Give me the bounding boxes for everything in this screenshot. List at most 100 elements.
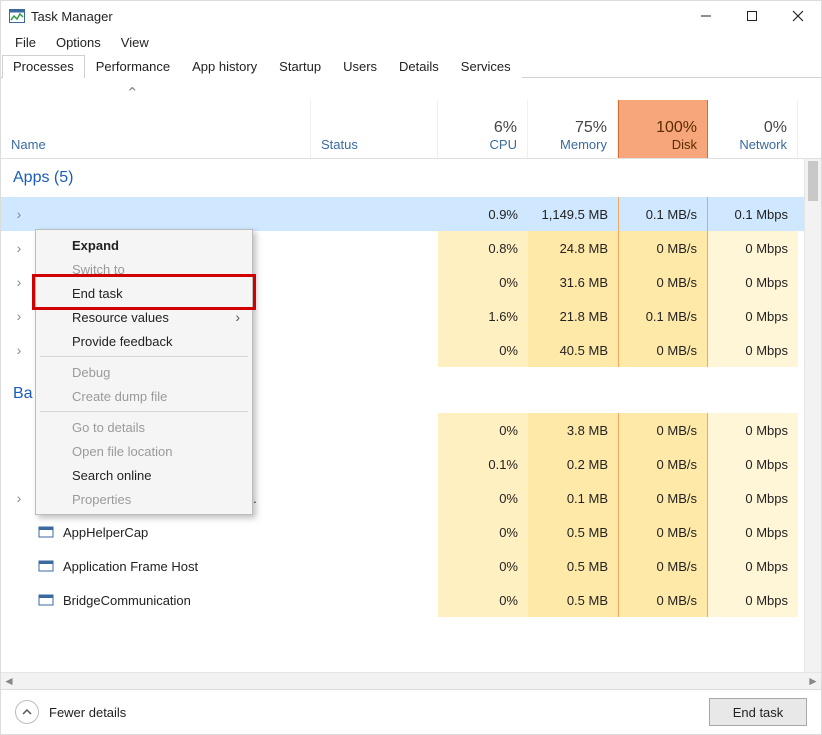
- col-mem-label: Memory: [538, 137, 607, 152]
- disk-value: 0 MB/s: [618, 333, 708, 367]
- disk-value: 0 MB/s: [618, 447, 708, 481]
- chevron-right-icon[interactable]: ›: [11, 308, 27, 324]
- titlebar: Task Manager: [1, 1, 821, 31]
- group-apps[interactable]: Apps (5): [1, 159, 805, 197]
- table-row[interactable]: BridgeCommunication 0% 0.5 MB 0 MB/s 0 M…: [1, 583, 805, 617]
- chevron-up-icon: ⌃: [126, 84, 139, 102]
- table-row[interactable]: Application Frame Host 0% 0.5 MB 0 MB/s …: [1, 549, 805, 583]
- disk-value: 0.1 MB/s: [618, 299, 708, 333]
- process-name: AppHelperCap: [63, 525, 301, 540]
- col-network[interactable]: 0% Network: [708, 100, 798, 158]
- col-cpu[interactable]: 6% CPU: [438, 100, 528, 158]
- menubar: File Options View: [1, 31, 821, 53]
- cm-resource-values[interactable]: Resource values ›: [38, 305, 250, 329]
- cm-end-task[interactable]: End task: [38, 281, 250, 305]
- mem-value: 0.1 MB: [528, 481, 618, 515]
- maximize-button[interactable]: [729, 1, 775, 31]
- cpu-value: 0%: [438, 583, 528, 617]
- horizontal-scrollbar[interactable]: ◄ ►: [1, 672, 821, 689]
- cm-expand[interactable]: Expand: [38, 233, 250, 257]
- mem-value: 0.5 MB: [528, 583, 618, 617]
- cm-separator: [40, 356, 248, 357]
- col-net-label: Network: [718, 137, 787, 152]
- cpu-value: 0%: [438, 515, 528, 549]
- tab-details[interactable]: Details: [388, 55, 450, 78]
- menu-file[interactable]: File: [5, 33, 46, 52]
- cm-open-file-location: Open file location: [38, 439, 250, 463]
- tab-app-history[interactable]: App history: [181, 55, 268, 78]
- col-disk-label: Disk: [629, 137, 697, 152]
- tab-services[interactable]: Services: [450, 55, 522, 78]
- mem-value: 0.2 MB: [528, 447, 618, 481]
- close-button[interactable]: [775, 1, 821, 31]
- cm-provide-feedback[interactable]: Provide feedback: [38, 329, 250, 353]
- disk-value: 0 MB/s: [618, 481, 708, 515]
- cpu-value: 0.9%: [438, 197, 528, 231]
- task-manager-window: Task Manager File Options View Processes…: [0, 0, 822, 735]
- mem-value: 1,149.5 MB: [528, 197, 618, 231]
- cpu-value: 1.6%: [438, 299, 528, 333]
- mem-value: 40.5 MB: [528, 333, 618, 367]
- net-value: 0 Mbps: [708, 231, 798, 265]
- cm-search-online[interactable]: Search online: [38, 463, 250, 487]
- net-value: 0.1 Mbps: [708, 197, 798, 231]
- mem-value: 21.8 MB: [528, 299, 618, 333]
- cpu-value: 0%: [438, 333, 528, 367]
- process-name: BridgeCommunication: [63, 593, 301, 608]
- col-disk-pct: 100%: [629, 119, 697, 137]
- tab-performance[interactable]: Performance: [85, 55, 181, 78]
- tabstrip: Processes Performance App history Startu…: [1, 53, 821, 78]
- chevron-right-icon[interactable]: ›: [11, 490, 27, 506]
- chevron-right-icon: ›: [235, 309, 240, 325]
- mem-value: 24.8 MB: [528, 231, 618, 265]
- service-icon: [37, 523, 55, 541]
- column-headers: ⌃ Name Status 6% CPU 75% Memory 100% Dis…: [1, 100, 821, 159]
- mem-value: 0.5 MB: [528, 549, 618, 583]
- fewer-details-label[interactable]: Fewer details: [49, 705, 126, 720]
- minimize-button[interactable]: [683, 1, 729, 31]
- disk-value: 0 MB/s: [618, 231, 708, 265]
- chevron-right-icon[interactable]: ›: [11, 240, 27, 256]
- service-icon: [37, 557, 55, 575]
- disk-value: 0.1 MB/s: [618, 197, 708, 231]
- net-value: 0 Mbps: [708, 413, 798, 447]
- col-disk[interactable]: 100% Disk: [618, 100, 708, 158]
- app-icon: [35, 205, 53, 223]
- mem-value: 3.8 MB: [528, 413, 618, 447]
- vertical-scrollbar[interactable]: [804, 159, 821, 672]
- col-name[interactable]: ⌃ Name: [1, 100, 311, 158]
- scroll-right-icon[interactable]: ►: [805, 674, 821, 688]
- col-memory[interactable]: 75% Memory: [528, 100, 618, 158]
- disk-value: 0 MB/s: [618, 583, 708, 617]
- col-status-label: Status: [321, 137, 427, 152]
- chevron-right-icon[interactable]: ›: [11, 342, 27, 358]
- cm-separator: [40, 411, 248, 412]
- end-task-button[interactable]: End task: [709, 698, 807, 726]
- service-icon: [37, 591, 55, 609]
- net-value: 0 Mbps: [708, 299, 798, 333]
- disk-value: 0 MB/s: [618, 265, 708, 299]
- table-row[interactable]: AppHelperCap 0% 0.5 MB 0 MB/s 0 Mbps: [1, 515, 805, 549]
- scroll-left-icon[interactable]: ◄: [1, 674, 17, 688]
- net-value: 0 Mbps: [708, 583, 798, 617]
- col-status[interactable]: Status: [311, 100, 438, 158]
- chevron-right-icon[interactable]: ›: [11, 274, 27, 290]
- table-row[interactable]: › 0.9% 1,149.5 MB 0.1 MB/s 0.1 Mbps: [1, 197, 805, 231]
- cm-debug: Debug: [38, 360, 250, 384]
- footer: Fewer details End task: [1, 689, 821, 734]
- col-name-label: Name: [11, 137, 300, 152]
- menu-view[interactable]: View: [111, 33, 159, 52]
- col-mem-pct: 75%: [538, 119, 607, 137]
- tab-users[interactable]: Users: [332, 55, 388, 78]
- col-cpu-label: CPU: [448, 137, 517, 152]
- tab-startup[interactable]: Startup: [268, 55, 332, 78]
- tab-processes[interactable]: Processes: [2, 55, 85, 78]
- chevron-right-icon[interactable]: ›: [11, 206, 27, 222]
- menu-options[interactable]: Options: [46, 33, 111, 52]
- cm-resource-values-label: Resource values: [72, 310, 169, 325]
- disk-value: 0 MB/s: [618, 515, 708, 549]
- col-net-pct: 0%: [718, 119, 787, 137]
- net-value: 0 Mbps: [708, 447, 798, 481]
- scrollbar-thumb[interactable]: [808, 161, 818, 201]
- fewer-details-toggle[interactable]: [15, 700, 39, 724]
